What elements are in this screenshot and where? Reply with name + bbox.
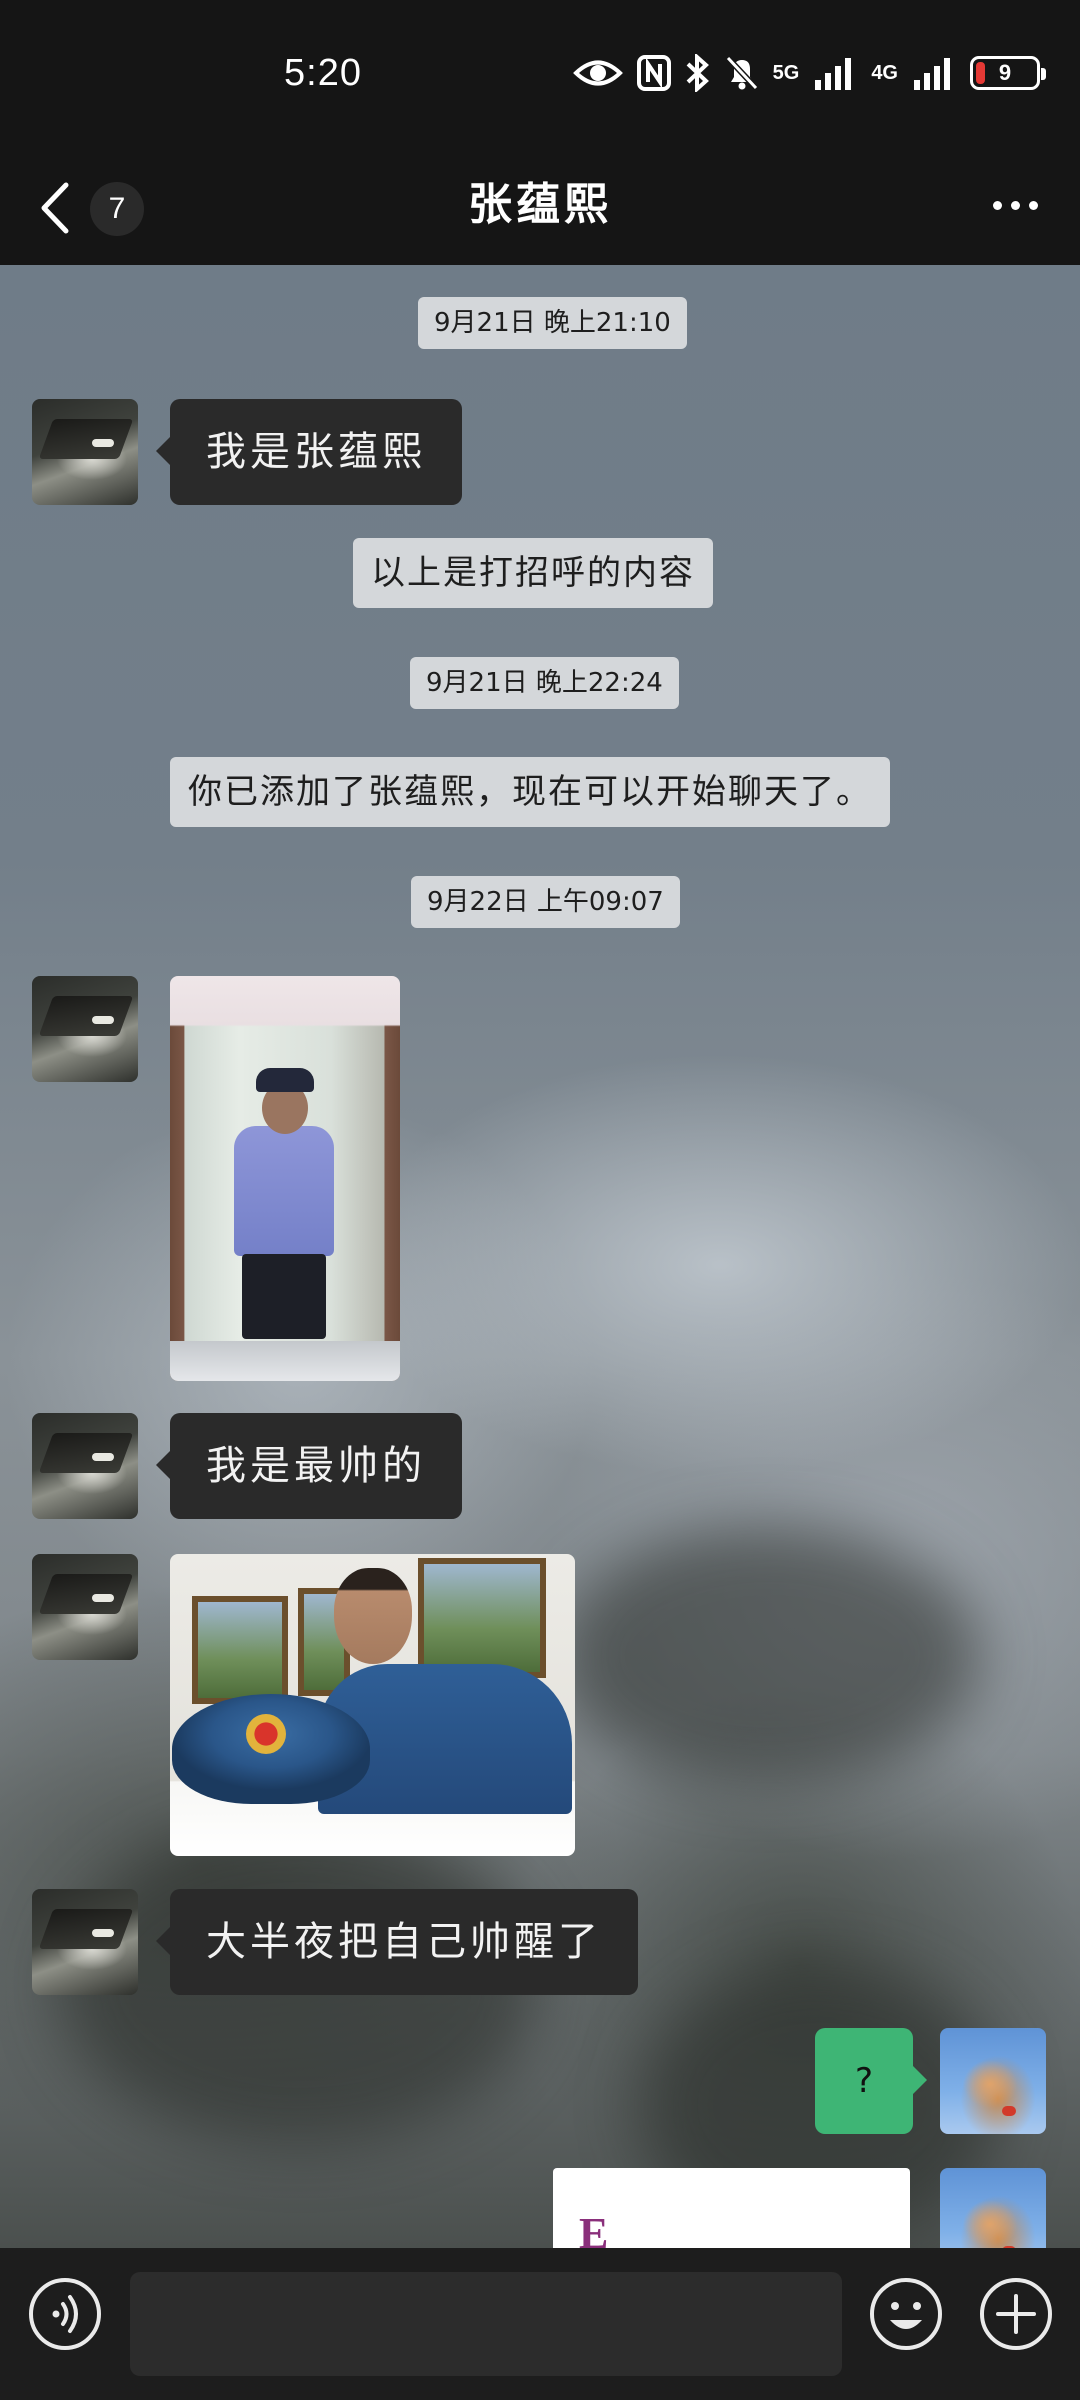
contact-avatar[interactable] xyxy=(32,1413,138,1519)
contact-avatar[interactable] xyxy=(32,1889,138,1995)
network-2: 4G xyxy=(871,63,898,83)
my-avatar[interactable] xyxy=(940,2028,1046,2134)
battery-icon: 9 xyxy=(970,56,1046,90)
chat-header: 7 张蕴熙 xyxy=(0,150,1080,265)
photo-content xyxy=(256,1068,314,1092)
battery-fill xyxy=(976,62,985,84)
contact-avatar[interactable] xyxy=(32,1554,138,1660)
contact-avatar[interactable] xyxy=(32,399,138,505)
nfc-icon xyxy=(636,55,671,91)
more-options-button[interactable] xyxy=(980,180,1050,230)
bluetooth-icon xyxy=(686,54,709,92)
photo-content xyxy=(234,1126,334,1256)
chat-screen: 5:20 5G 4G 9 7 张蕴熙 9月21日 晚上21:10 我是张蕴熙 以… xyxy=(0,0,1080,2400)
shared-card-message[interactable]: E xyxy=(553,2168,910,2248)
my-message-bubble[interactable]: ? xyxy=(815,2028,927,2134)
voice-button[interactable] xyxy=(27,2276,103,2352)
plus-icon xyxy=(980,2278,1052,2350)
message-timestamp: 9月22日 上午09:07 xyxy=(411,876,680,928)
photo-content xyxy=(334,1568,412,1664)
message-list[interactable]: 9月21日 晚上21:10 我是张蕴熙 以上是打招呼的内容 9月21日 晚上22… xyxy=(0,265,1080,2248)
contact-avatar[interactable] xyxy=(32,976,138,1082)
card-logo: E xyxy=(579,2209,609,2248)
system-message: 你已添加了张蕴熙，现在可以开始聊天了。 xyxy=(170,757,890,827)
message-input[interactable] xyxy=(130,2272,842,2376)
status-icons: 5G 4G 9 xyxy=(572,54,1046,92)
voice-icon xyxy=(29,2278,101,2350)
network-1-label: 5G xyxy=(772,62,800,84)
more-dots-icon xyxy=(1010,200,1020,210)
status-time: 5:20 xyxy=(284,52,362,94)
network-1: 5G xyxy=(773,63,800,83)
photo-content xyxy=(170,1341,400,1381)
input-bar xyxy=(0,2248,1080,2400)
background-shadow xyxy=(560,1525,980,1785)
message-timestamp: 9月21日 晚上22:24 xyxy=(410,657,679,709)
plus-button[interactable] xyxy=(978,2276,1054,2352)
emoji-button[interactable] xyxy=(868,2276,944,2352)
message-bubble[interactable]: 我是张蕴熙 xyxy=(156,399,462,505)
system-message: 以上是打招呼的内容 xyxy=(353,538,713,608)
eye-icon xyxy=(572,60,623,86)
more-dots-icon xyxy=(992,200,1002,210)
photo-message[interactable] xyxy=(170,1554,575,1856)
network-2-label: 4G xyxy=(871,62,898,84)
photo-message[interactable] xyxy=(170,976,400,1381)
signal-icon xyxy=(815,58,852,90)
photo-content xyxy=(192,1596,288,1704)
more-dots-icon xyxy=(1028,200,1038,210)
emoji-icon xyxy=(870,2278,942,2350)
battery-level: 9 xyxy=(998,60,1012,85)
message-bubble[interactable]: 大半夜把自己帅醒了 xyxy=(156,1889,638,1995)
mute-bell-icon xyxy=(725,55,758,91)
message-bubble[interactable]: 我是最帅的 xyxy=(156,1413,462,1519)
chat-title: 张蕴熙 xyxy=(468,179,612,230)
status-bar: 5:20 5G 4G 9 xyxy=(0,0,1080,150)
photo-content xyxy=(242,1254,326,1339)
photo-content xyxy=(246,1714,286,1754)
message-timestamp: 9月21日 晚上21:10 xyxy=(418,297,687,349)
my-avatar[interactable] xyxy=(940,2168,1046,2248)
signal-icon xyxy=(914,58,950,90)
photo-content xyxy=(418,1558,546,1678)
